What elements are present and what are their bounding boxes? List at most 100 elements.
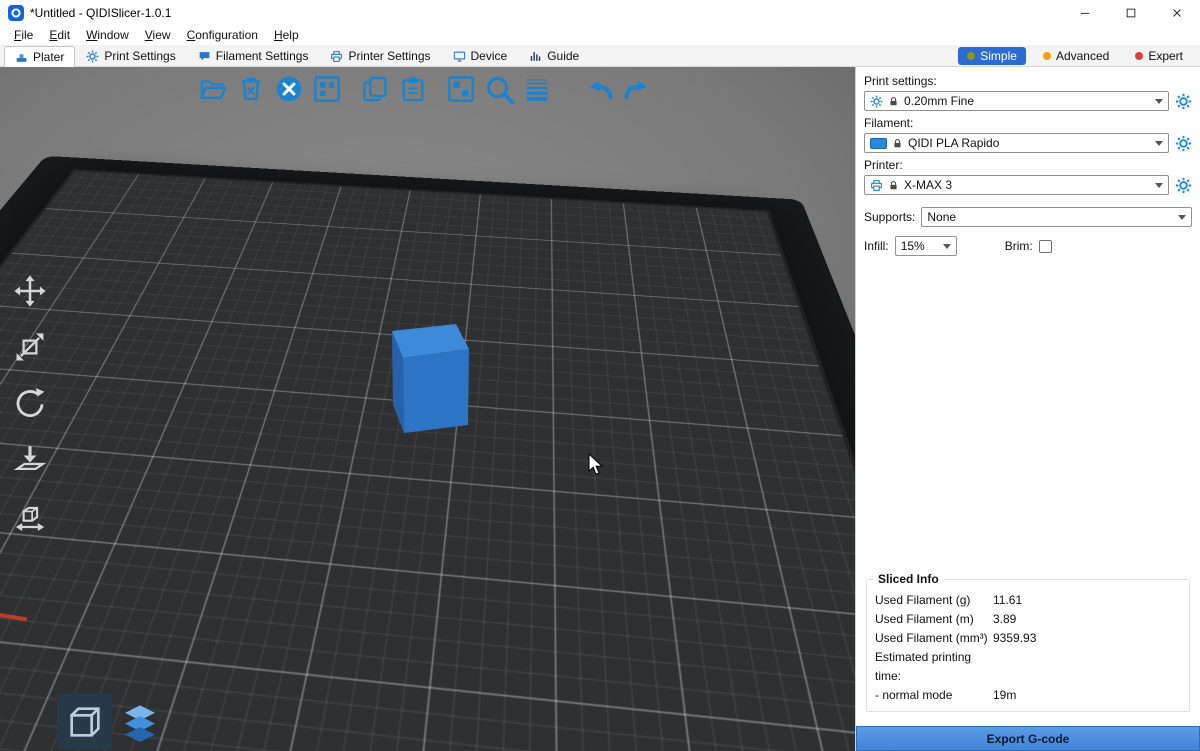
menu-file[interactable]: File xyxy=(6,26,41,44)
sliced-info-value xyxy=(993,648,1181,686)
gear-icon xyxy=(870,95,883,108)
delete-button[interactable] xyxy=(234,72,268,106)
device-icon xyxy=(453,50,466,63)
filament-select[interactable]: QIDI PLA Rapido xyxy=(864,133,1169,153)
delete-all-button[interactable] xyxy=(272,72,306,106)
search-button[interactable] xyxy=(482,72,516,106)
variable-layer-height-icon xyxy=(523,75,551,103)
maximize-button[interactable] xyxy=(1108,0,1154,25)
sliced-info-row: Estimated printing time: xyxy=(875,648,1181,686)
measure-button[interactable] xyxy=(10,495,50,535)
arrange-button[interactable] xyxy=(310,72,344,106)
mouse-cursor xyxy=(588,453,604,477)
advanced-mode-dot-icon xyxy=(1043,52,1051,60)
titlebar: *Untitled - QIDISlicer-1.0.1 xyxy=(0,0,1200,25)
app-window: *Untitled - QIDISlicer-1.0.1 File Edit W… xyxy=(0,0,1200,750)
settings-panel-body: Print settings: 0.20mm Fine Filament: xyxy=(856,67,1200,726)
sliced-info-row: Used Filament (m) 3.89 xyxy=(875,610,1181,629)
paste-button[interactable] xyxy=(396,72,430,106)
lock-icon xyxy=(892,138,903,149)
printer-icon xyxy=(330,50,343,63)
delete-icon xyxy=(237,75,265,103)
paste-icon xyxy=(399,75,427,103)
print-settings-value: 0.20mm Fine xyxy=(904,94,1150,108)
preview-view-icon xyxy=(120,702,160,742)
sliced-info-label: Used Filament (mm³) xyxy=(875,629,993,648)
scale-button[interactable] xyxy=(10,327,50,367)
open-icon xyxy=(199,75,227,103)
filament-color-swatch xyxy=(870,138,887,149)
redo-button[interactable] xyxy=(620,72,654,106)
print-settings-gear-button[interactable] xyxy=(1175,93,1192,110)
mode-advanced[interactable]: Advanced xyxy=(1034,47,1118,65)
export-gcode-button[interactable]: Export G-code xyxy=(856,726,1200,751)
gear-icon xyxy=(86,50,99,63)
chevron-down-icon xyxy=(1155,99,1163,104)
window-title: *Untitled - QIDISlicer-1.0.1 xyxy=(30,6,171,20)
undo-icon xyxy=(584,74,615,105)
tab-label: Device xyxy=(471,49,508,63)
supports-row: Supports: None xyxy=(864,207,1192,227)
undo-button[interactable] xyxy=(582,72,616,106)
mode-simple[interactable]: Simple xyxy=(958,47,1026,65)
menu-configuration[interactable]: Configuration xyxy=(179,26,266,44)
simple-mode-dot-icon xyxy=(967,52,975,60)
variable-layer-height-button[interactable] xyxy=(520,72,554,106)
printer-icon xyxy=(870,179,883,192)
editor-view-button[interactable] xyxy=(57,694,112,749)
filament-label: Filament: xyxy=(864,116,1192,130)
supports-label: Supports: xyxy=(864,210,915,224)
printer-value: X-MAX 3 xyxy=(904,178,1150,192)
bed-scene xyxy=(0,67,855,751)
tab-label: Plater xyxy=(33,50,64,64)
expert-mode-dot-icon xyxy=(1135,52,1143,60)
filament-gear-button[interactable] xyxy=(1175,135,1192,152)
copy-icon xyxy=(361,75,389,103)
printer-gear-button[interactable] xyxy=(1175,177,1192,194)
menu-help[interactable]: Help xyxy=(266,26,307,44)
view-toggle-bar xyxy=(57,694,167,749)
close-button[interactable] xyxy=(1154,0,1200,25)
sliced-info-row: Used Filament (mm³) 9359.93 xyxy=(875,629,1181,648)
lock-icon xyxy=(888,180,899,191)
menu-edit[interactable]: Edit xyxy=(41,26,78,44)
sliced-info-row: - normal mode 19m xyxy=(875,686,1181,705)
printer-select[interactable]: X-MAX 3 xyxy=(864,175,1169,195)
filament-value: QIDI PLA Rapido xyxy=(908,136,1150,150)
preview-view-button[interactable] xyxy=(112,694,167,749)
tab-label: Print Settings xyxy=(104,49,175,63)
open-button[interactable] xyxy=(196,72,230,106)
supports-select[interactable]: None xyxy=(921,207,1192,227)
delete-all-icon xyxy=(275,75,303,103)
viewport-toolbar xyxy=(196,72,654,106)
brim-checkbox[interactable] xyxy=(1039,240,1052,253)
tab-filament-settings[interactable]: Filament Settings xyxy=(187,45,320,66)
scale-icon xyxy=(13,330,47,364)
place-on-face-button[interactable] xyxy=(10,439,50,479)
infill-select[interactable]: 15% xyxy=(895,236,957,256)
tab-printer-settings[interactable]: Printer Settings xyxy=(319,45,441,66)
tab-print-settings[interactable]: Print Settings xyxy=(75,45,186,66)
menu-view[interactable]: View xyxy=(137,26,179,44)
copy-button[interactable] xyxy=(358,72,392,106)
print-settings-label: Print settings: xyxy=(864,74,1192,88)
sliced-info-row: Used Filament (g) 11.61 xyxy=(875,591,1181,610)
tab-guide[interactable]: Guide xyxy=(518,45,590,66)
print-settings-select[interactable]: 0.20mm Fine xyxy=(864,91,1169,111)
main-content: Print settings: 0.20mm Fine Filament: xyxy=(0,67,1200,751)
minimize-icon xyxy=(1078,6,1092,20)
sliced-info-label: Used Filament (m) xyxy=(875,610,993,629)
move-button[interactable] xyxy=(10,271,50,311)
tab-device[interactable]: Device xyxy=(442,45,519,66)
filament-icon xyxy=(198,50,211,63)
rotate-button[interactable] xyxy=(10,383,50,423)
viewport-3d[interactable] xyxy=(0,67,855,751)
split-objects-button[interactable] xyxy=(444,72,478,106)
lock-icon xyxy=(888,96,899,107)
mode-label: Advanced xyxy=(1056,49,1109,63)
mode-expert[interactable]: Expert xyxy=(1126,47,1192,65)
tab-plater[interactable]: Plater xyxy=(4,46,75,67)
plater-icon xyxy=(15,51,28,64)
menu-window[interactable]: Window xyxy=(78,26,137,44)
minimize-button[interactable] xyxy=(1062,0,1108,25)
